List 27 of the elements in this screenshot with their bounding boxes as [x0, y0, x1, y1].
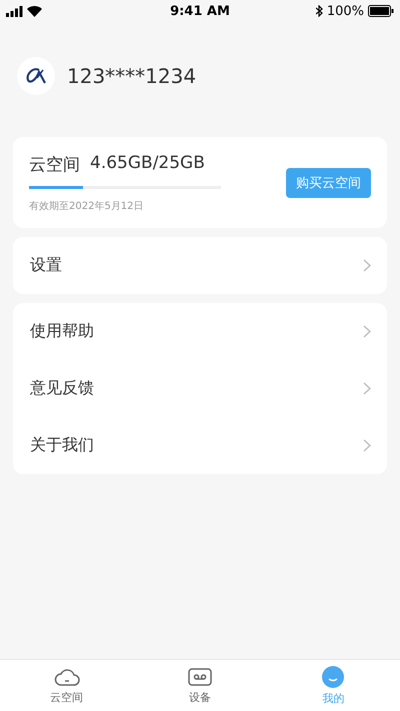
chevron-right-icon [363, 259, 371, 272]
chevron-right-icon [363, 439, 371, 452]
tab-label: 设备 [188, 690, 211, 704]
status-time: 9:41 AM [170, 4, 230, 18]
tab-label: 我的 [322, 690, 344, 706]
expiry-date: 有效期至2022年5月12日 [29, 200, 145, 212]
wifi-icon [27, 6, 42, 16]
menu-item[interactable]: 关于我们 [30, 435, 94, 456]
storage-usage: 4.65GB/25GB [90, 152, 205, 174]
menu-item[interactable]: 设置 [30, 255, 62, 276]
chevron-right-icon [363, 325, 371, 338]
tab[interactable]: 设备 [133, 660, 267, 711]
tab[interactable]: 云空间 [0, 660, 134, 711]
tape-icon [188, 666, 212, 686]
battery-icon [368, 5, 394, 17]
chevron-right-icon [363, 382, 371, 395]
account-number: 123****1234 [67, 63, 196, 90]
bluetooth-icon [316, 5, 323, 17]
smile-icon [322, 666, 344, 688]
logo-icon [25, 68, 47, 84]
storage-label: 云空间 [29, 154, 80, 176]
menu-item[interactable]: 意见反馈 [30, 378, 94, 399]
signal-icon [6, 6, 23, 16]
cloud-icon [54, 666, 80, 686]
menu-item[interactable]: 使用帮助 [30, 321, 94, 342]
tab-label: 云空间 [50, 690, 84, 704]
battery-percent: 100% [326, 4, 364, 18]
